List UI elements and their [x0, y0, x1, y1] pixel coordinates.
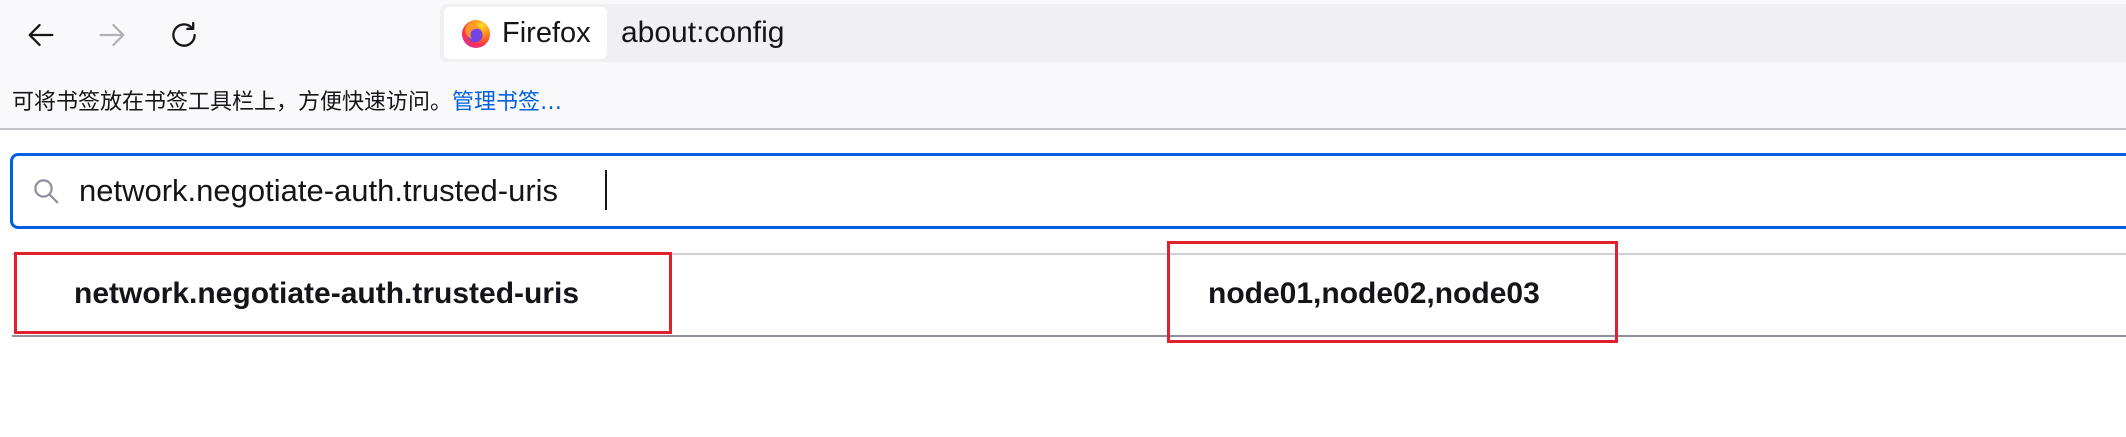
firefox-logo-icon — [462, 20, 490, 48]
bookmarks-toolbar: 可将书签放在书签工具栏上，方便快速访问。管理书签… — [0, 66, 2126, 130]
identity-label: Firefox — [502, 16, 591, 49]
text-caret — [605, 170, 607, 210]
pref-search-box[interactable] — [10, 153, 2126, 229]
arrow-right-icon — [99, 23, 125, 47]
bookmarks-hint: 可将书签放在书签工具栏上，方便快速访问。管理书签… — [12, 84, 562, 116]
forward-button[interactable] — [89, 12, 135, 58]
url-text[interactable]: about:config — [621, 12, 784, 54]
arrow-left-icon — [28, 23, 54, 47]
identity-box[interactable]: Firefox — [444, 7, 607, 59]
bookmarks-hint-text: 可将书签放在书签工具栏上，方便快速访问。 — [12, 90, 453, 115]
pref-value[interactable]: node01,node02,node03 — [1208, 277, 1540, 311]
pref-table: network.negotiate-auth.trusted-uris node… — [12, 253, 2126, 337]
pref-name[interactable]: network.negotiate-auth.trusted-uris — [74, 277, 579, 311]
reload-button[interactable] — [161, 12, 207, 58]
reload-icon — [172, 21, 196, 47]
navigation-toolbar: Firefox about:config — [0, 0, 2126, 66]
pref-search-input[interactable] — [79, 166, 1979, 216]
back-button[interactable] — [18, 12, 64, 58]
manage-bookmarks-link[interactable]: 管理书签… — [452, 90, 562, 115]
search-icon — [34, 179, 59, 204]
